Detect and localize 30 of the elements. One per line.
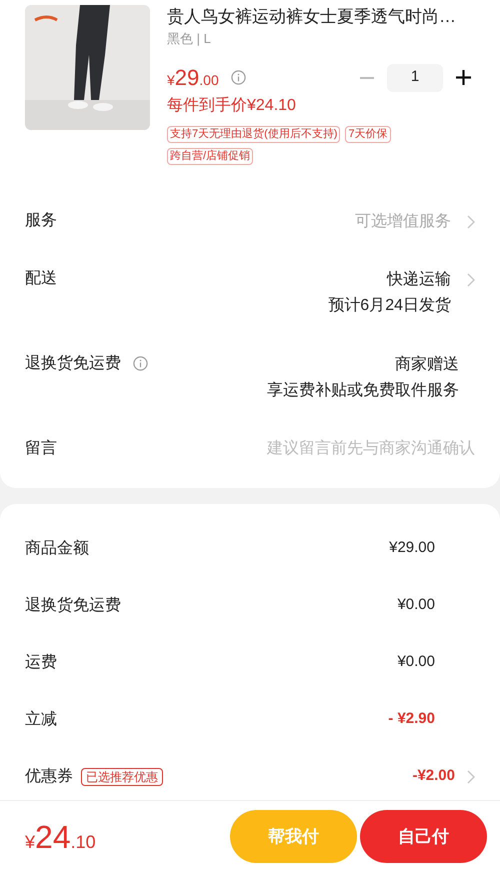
option-label: 服务	[25, 211, 57, 231]
summary-value: ¥0.00	[397, 595, 435, 616]
summary-value: - ¥2.90	[388, 709, 435, 730]
product-variant: 黑色 | L	[167, 30, 212, 48]
option-label: 配送	[25, 269, 57, 289]
pay-button[interactable]: 自己付	[360, 810, 487, 863]
option-label: 退换货免运费	[25, 354, 121, 374]
note-field[interactable]: 建议留言前先与商家沟通确认	[57, 437, 475, 461]
summary-value: ¥0.00	[397, 652, 435, 672]
summary-label: 立减	[25, 710, 57, 730]
coupon-tag: 已选推荐优惠	[81, 768, 163, 786]
final-price: 每件到手价¥24.10	[167, 96, 297, 116]
product-price: ¥29.00	[167, 64, 219, 92]
service-tag: 支持7天无理由退货(使用后不支持)	[167, 126, 340, 143]
product-title[interactable]: 贵人鸟女裤运动裤女士夏季透气时尚…	[167, 5, 475, 29]
option-value[interactable]: 快递运输	[387, 267, 451, 293]
service-tag: 7天价保	[345, 126, 391, 143]
service-tag: 跨自营/店铺促销	[167, 148, 254, 165]
summary-label: 退换货免运费	[25, 596, 121, 616]
option-value: 享运费补贴或免费取件服务	[267, 380, 459, 401]
total-price: ¥24.10	[25, 818, 96, 856]
option-value: 商家赠送	[395, 354, 459, 375]
quantity-field[interactable]: 1	[387, 64, 443, 92]
summary-value: -¥2.00	[412, 766, 455, 786]
note-label: 留言	[25, 438, 57, 459]
summary-value: ¥29.00	[389, 538, 435, 558]
summary-label: 运费	[25, 652, 57, 672]
option-value[interactable]: 预计6月24日发货	[328, 293, 451, 319]
summary-label: 优惠券	[25, 766, 73, 786]
summary-label: 商品金额	[25, 538, 89, 558]
